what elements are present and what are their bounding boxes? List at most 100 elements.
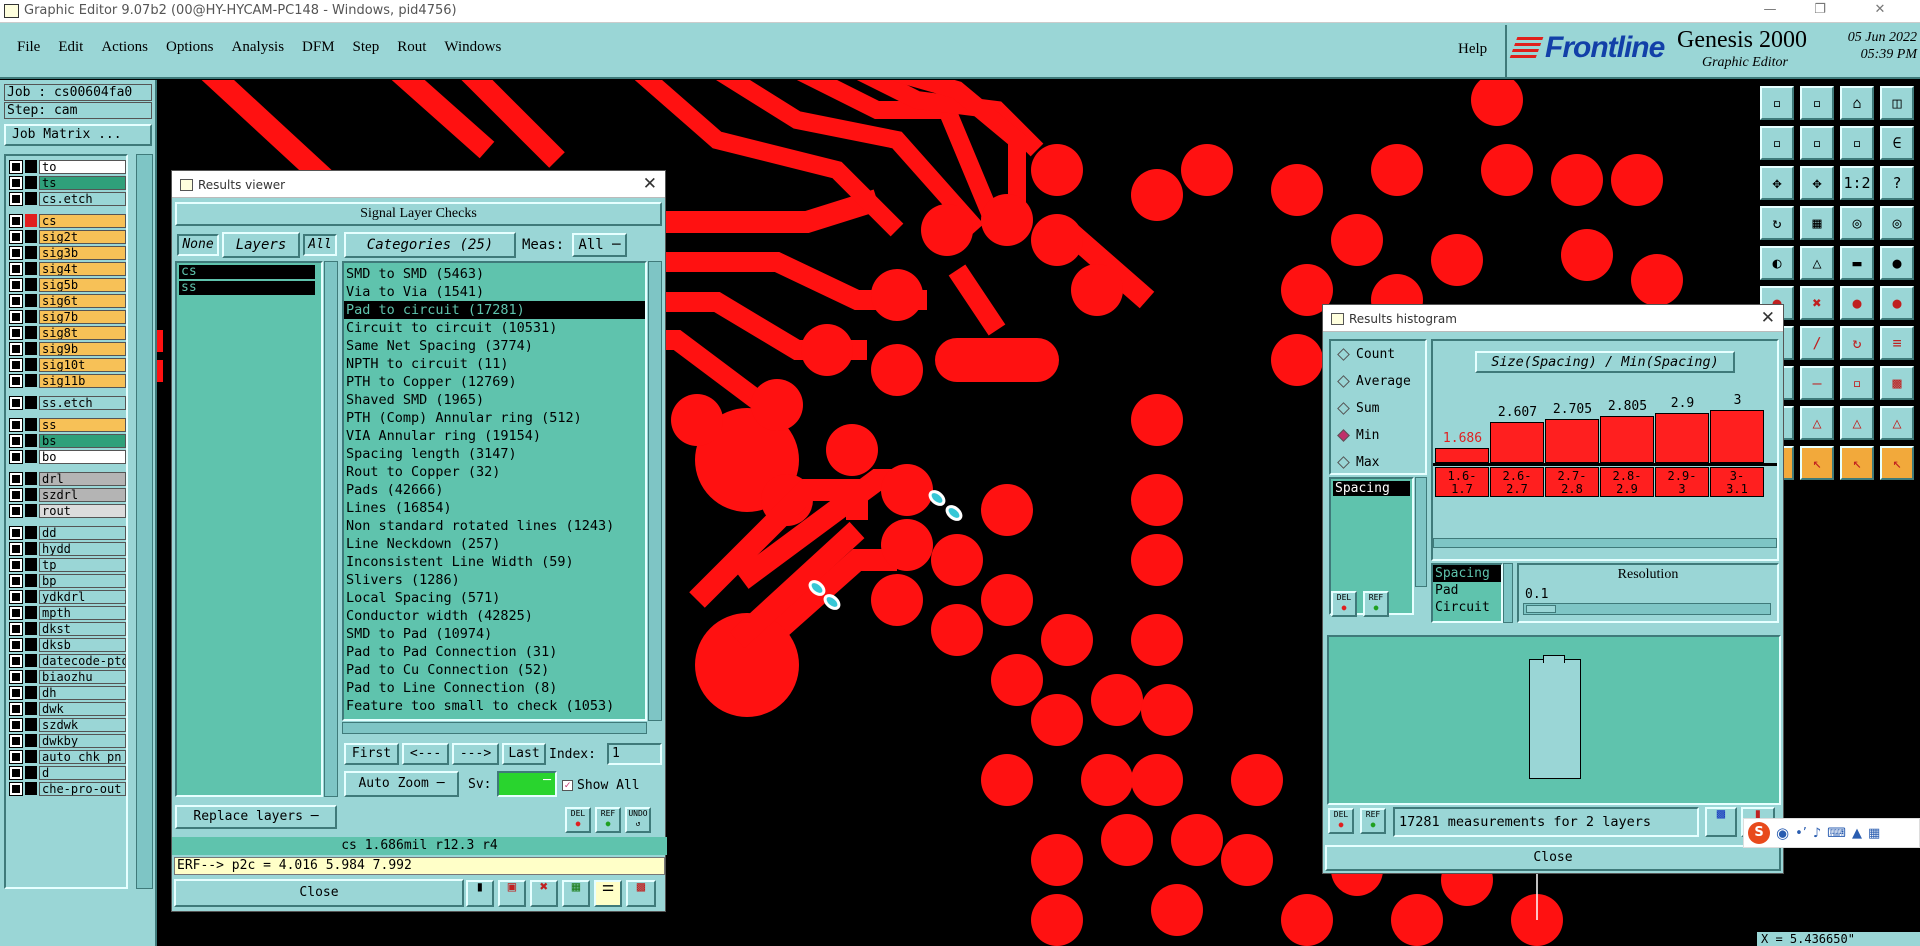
layer-color-swatch[interactable] — [25, 418, 37, 431]
layer-row-sig3b[interactable]: sig3b — [8, 245, 126, 260]
menu-rout[interactable]: Rout — [388, 39, 435, 56]
layer-color-swatch[interactable] — [25, 396, 37, 409]
hist-del-button[interactable]: DEL ● — [1331, 591, 1357, 617]
layer-name[interactable]: bp — [39, 573, 126, 588]
undo-button[interactable]: UNDO ↺ — [625, 807, 651, 833]
layer-color-swatch[interactable] — [25, 574, 37, 587]
hist-close-button[interactable]: Close — [1325, 845, 1781, 871]
layer-name[interactable]: sig3b — [39, 245, 126, 260]
menu-analysis[interactable]: Analysis — [223, 39, 294, 56]
layer-row-sig11b[interactable]: sig11b — [8, 373, 126, 388]
type-list[interactable]: Spacing Pad Circuit — [1431, 563, 1503, 623]
radio-icon[interactable] — [1337, 402, 1350, 415]
layer-checkbox[interactable] — [9, 373, 23, 388]
pan-icon[interactable]: ▫ — [1800, 126, 1834, 160]
preview-ref-button[interactable]: REF ● — [1360, 808, 1386, 834]
layer-color-swatch[interactable] — [25, 488, 37, 501]
close-button[interactable]: Close — [174, 879, 464, 907]
radio-icon[interactable] — [1337, 456, 1350, 469]
triangle-fill-icon[interactable]: △ — [1800, 406, 1834, 440]
layer-name[interactable]: sig2t — [39, 229, 126, 244]
layer-name[interactable]: bs — [39, 433, 126, 448]
layer-row-to[interactable]: to — [8, 159, 126, 174]
layer-name[interactable]: dksb — [39, 637, 126, 652]
layer-result-list[interactable]: cs ss — [175, 261, 323, 797]
ruler-icon[interactable]: ▬ — [1840, 246, 1874, 280]
layer-name[interactable]: datecode-pto — [39, 653, 126, 668]
layer-row-szdwk[interactable]: szdwk — [8, 717, 126, 732]
layer-checkbox[interactable] — [9, 605, 23, 620]
zoom-center-icon[interactable]: ✥ — [1800, 166, 1834, 200]
histogram-bar[interactable] — [1490, 422, 1544, 463]
measure-icon[interactable]: ◎ — [1840, 206, 1874, 240]
triangle-alt-icon[interactable]: △ — [1840, 406, 1874, 440]
dot-icon[interactable]: ● — [1880, 246, 1914, 280]
layer-row-dwkby[interactable]: dwkby — [8, 733, 126, 748]
layer-checkbox[interactable] — [9, 781, 23, 796]
none-button[interactable]: None — [177, 234, 219, 256]
layer-row-rout[interactable]: rout — [8, 503, 126, 518]
menu-step[interactable]: Step — [344, 39, 389, 56]
category-item[interactable]: Circuit to circuit (10531) — [344, 319, 645, 337]
layer-row-bo[interactable]: bo — [8, 449, 126, 464]
category-item[interactable]: Pad to Pad Connection (31) — [344, 643, 645, 661]
layer-name[interactable]: sig7b — [39, 309, 126, 324]
layer-row-dksb[interactable]: dksb — [8, 637, 126, 652]
help-icon[interactable]: ? — [1880, 166, 1914, 200]
menu-file[interactable]: File — [8, 39, 49, 56]
layer-checkbox[interactable] — [9, 213, 23, 228]
layer-row-hydd[interactable]: hydd — [8, 541, 126, 556]
menu-help[interactable]: Help — [1458, 41, 1487, 58]
category-item[interactable]: Pad to Cu Connection (52) — [344, 661, 645, 679]
layer-color-swatch[interactable] — [25, 686, 37, 699]
next-button[interactable]: ---> — [452, 743, 499, 765]
type-scrollbar[interactable] — [1503, 563, 1513, 623]
layer-row-d[interactable]: d — [8, 765, 126, 780]
layer-checkbox[interactable] — [9, 341, 23, 356]
measure-multi-icon[interactable]: ◎ — [1880, 206, 1914, 240]
category-scrollbar[interactable] — [648, 261, 662, 721]
layer-row-sig7b[interactable]: sig7b — [8, 309, 126, 324]
category-item[interactable]: Local Spacing (571) — [344, 589, 645, 607]
layer-row-tp[interactable]: tp — [8, 557, 126, 572]
layer-checkbox[interactable] — [9, 261, 23, 276]
histogram-icon[interactable]: ▮ — [466, 880, 494, 907]
layer-row-che-pro-out[interactable]: che-pro-out — [8, 781, 126, 796]
home-view-icon[interactable]: ▫ — [1760, 86, 1794, 120]
layer-result-scrollbar[interactable] — [324, 261, 338, 797]
category-item[interactable]: PTH to Copper (12769) — [344, 373, 645, 391]
layer-name[interactable]: tp — [39, 557, 126, 572]
option-count[interactable]: Count — [1337, 347, 1395, 362]
outline-icon[interactable]: △ — [1800, 246, 1834, 280]
option-average[interactable]: Average — [1337, 374, 1411, 389]
ref-button[interactable]: REF ● — [595, 807, 621, 833]
category-item[interactable]: Inconsistent Line Width (59) — [344, 553, 645, 571]
layer-color-swatch[interactable] — [25, 192, 37, 205]
layer-color-swatch[interactable] — [25, 472, 37, 485]
layer-row-cs.etch[interactable]: cs.etch — [8, 191, 126, 206]
scale-icon[interactable]: 1:2 — [1840, 166, 1874, 200]
layer-checkbox[interactable] — [9, 277, 23, 292]
ime-menu-icon[interactable]: ▦ — [1868, 826, 1880, 841]
reset-view-icon[interactable]: ↻ — [1760, 206, 1794, 240]
layer-name[interactable]: sig6t — [39, 293, 126, 308]
layer-row-drl[interactable]: drl — [8, 471, 126, 486]
layer-checkbox[interactable] — [9, 621, 23, 636]
category-item[interactable]: Non standard rotated lines (1243) — [344, 517, 645, 535]
layer-checkbox[interactable] — [9, 503, 23, 518]
category-item[interactable]: Lines (16854) — [344, 499, 645, 517]
auto-zoom-dropdown[interactable]: Auto Zoom ─ — [344, 771, 459, 797]
zoom-fit-icon[interactable]: ▩ — [1705, 807, 1737, 837]
layer-checkbox[interactable] — [9, 717, 23, 732]
layer-row-dkst[interactable]: dkst — [8, 621, 126, 636]
layer-name[interactable]: sig4t — [39, 261, 126, 276]
layer-row-dh[interactable]: dh — [8, 685, 126, 700]
minus-draw-icon[interactable]: — — [1800, 366, 1834, 400]
layer-name[interactable]: ydkdrl — [39, 589, 126, 604]
layer-name[interactable]: ts — [39, 175, 126, 190]
layer-color-swatch[interactable] — [25, 434, 37, 447]
result-layer-item[interactable]: ss — [179, 281, 315, 295]
slider-thumb[interactable] — [1526, 605, 1556, 613]
categories-button[interactable]: Categories (25) — [344, 232, 516, 258]
category-list[interactable]: SMD to SMD (5463) Via to Via (1541) Pad to… — [342, 261, 647, 721]
